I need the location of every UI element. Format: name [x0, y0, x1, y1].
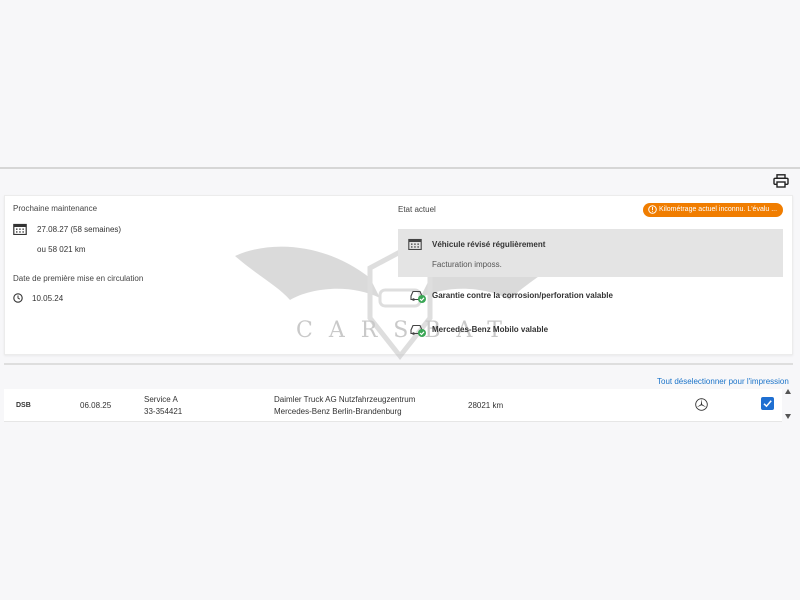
current-status-heading: Etat actuel	[398, 205, 436, 214]
section-divider	[4, 363, 793, 365]
top-blank-area	[0, 0, 800, 167]
mileage-alert-text: Kilométrage actuel inconnu. L'évalu ...	[659, 206, 778, 213]
serviced-status-box	[398, 229, 783, 277]
row-km: 28021 km	[468, 401, 504, 410]
page: Prochaine maintenance 27.08.27 (58 semai…	[0, 0, 800, 600]
row-dealer-line1: Daimler Truck AG Nutzfahrzeugzentrum	[274, 395, 416, 404]
row-date: 06.08.25	[80, 401, 112, 410]
deselect-all-link[interactable]: Tout déselectionner pour l'impression	[657, 377, 789, 386]
table-row[interactable]	[4, 389, 782, 422]
chevron-down-icon	[785, 414, 791, 419]
clock-icon	[13, 293, 23, 303]
chevron-up-icon	[785, 389, 791, 394]
serviced-subtitle: Facturation imposs.	[432, 260, 502, 269]
next-maintenance-date: 27.08.27 (58 semaines)	[37, 225, 122, 234]
serviced-title: Véhicule révisé régulièrement	[432, 240, 546, 249]
checkmark-icon	[763, 400, 772, 408]
first-registration-date: 10.05.24	[32, 294, 64, 303]
info-icon	[648, 205, 657, 214]
row-dealer-line2: Mercedes-Benz Berlin-Brandenburg	[274, 407, 402, 416]
row-code: DSB	[16, 402, 31, 409]
scroll-down-button[interactable]	[785, 414, 791, 421]
scroll-up-button[interactable]	[785, 389, 791, 396]
warranty-status: Garantie contre la corrosion/perforation…	[432, 291, 613, 300]
next-maintenance-km: ou 58 021 km	[37, 245, 86, 254]
printer-icon	[773, 174, 789, 188]
car-check-icon	[410, 324, 426, 337]
mileage-alert-badge[interactable]: Kilométrage actuel inconnu. L'évalu ...	[643, 203, 783, 217]
print-button[interactable]	[773, 174, 789, 188]
row-order-number: 33-354421	[144, 407, 183, 416]
calendar-icon	[13, 223, 27, 235]
row-print-checkbox[interactable]	[761, 397, 774, 410]
mobilo-status: Mercedes-Benz Mobilo valable	[432, 325, 549, 334]
calendar-icon	[408, 238, 422, 250]
next-maintenance-heading: Prochaine maintenance	[13, 204, 98, 213]
first-registration-label: Date de première mise en circulation	[13, 274, 144, 283]
row-service: Service A	[144, 395, 178, 404]
mercedes-star-icon	[695, 398, 708, 411]
car-check-icon	[410, 290, 426, 303]
